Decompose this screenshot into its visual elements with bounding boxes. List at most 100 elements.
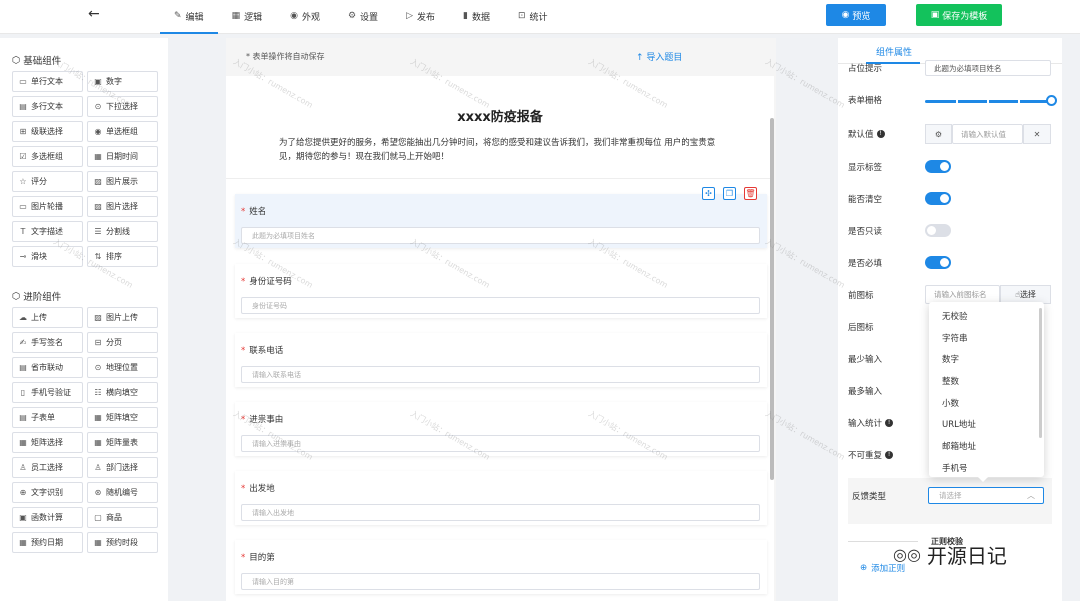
- tab-settings[interactable]: ⚙ 设置: [334, 0, 392, 32]
- tab-data[interactable]: ▮ 数据: [449, 0, 504, 32]
- component-datetime[interactable]: ▦ 日期时间: [87, 146, 158, 167]
- component-employee[interactable]: ♙ 员工选择: [12, 457, 83, 478]
- field-input[interactable]: 请输入目的第: [241, 573, 760, 590]
- component-image[interactable]: ▨ 图片展示: [87, 171, 158, 192]
- component-sort[interactable]: ⇅ 排序: [87, 246, 158, 267]
- component-label: 多选框组: [31, 152, 63, 161]
- component-label: 文字描述: [31, 227, 63, 236]
- field-input[interactable]: 请输入出发地: [241, 504, 760, 521]
- feedback-type-select[interactable]: 请选择 ︿: [928, 487, 1044, 504]
- matrix-select-icon: ▦: [19, 438, 27, 447]
- component-pagination[interactable]: ⊟ 分页: [87, 332, 158, 353]
- component-province[interactable]: ▤ 省市联动: [12, 357, 83, 378]
- field-input[interactable]: 请输入联系电话: [241, 366, 760, 383]
- component-signature[interactable]: ✍ 手写签名: [12, 332, 83, 353]
- tab-appearance[interactable]: ◉ 外观: [276, 0, 334, 32]
- component-matrix-fill[interactable]: ▦ 矩阵填空: [87, 407, 158, 428]
- component-location[interactable]: ⊙ 地理位置: [87, 357, 158, 378]
- form-field-name[interactable]: ✣ ❐ 🗑 * 姓名 此题为必填项目姓名: [235, 187, 767, 248]
- dropdown-option[interactable]: 手机号: [929, 457, 1044, 479]
- readonly-toggle[interactable]: [925, 224, 951, 237]
- import-questions-link[interactable]: ↑ 导入题目: [636, 50, 682, 63]
- required-toggle[interactable]: [925, 256, 951, 269]
- slider-handle[interactable]: [1046, 95, 1057, 106]
- component-department[interactable]: ♙ 部门选择: [87, 457, 158, 478]
- form-field-phone[interactable]: * 联系电话 请输入联系电话: [235, 333, 767, 387]
- copy-icon[interactable]: ❐: [723, 187, 736, 200]
- component-dropdown[interactable]: ⊙ 下拉选择: [87, 96, 158, 117]
- department-icon: ♙: [94, 463, 102, 472]
- divider: [226, 178, 774, 179]
- component-label: 省市联动: [31, 363, 63, 372]
- component-number[interactable]: ▣ 数字: [87, 71, 158, 92]
- tab-publish[interactable]: ▷ 发布: [392, 0, 449, 32]
- component-horizontal-fill[interactable]: ☷ 横向填空: [87, 382, 158, 403]
- component-matrix-scale[interactable]: ▦ 矩阵量表: [87, 432, 158, 453]
- dropdown-option[interactable]: 无校验: [929, 305, 1044, 327]
- dropdown-scrollbar[interactable]: [1039, 308, 1042, 438]
- component-goods[interactable]: ▢ 商品: [87, 507, 158, 528]
- component-slider[interactable]: ⊸ 滑块: [12, 246, 83, 267]
- clearable-label: 能否清空: [848, 195, 883, 205]
- delete-icon[interactable]: 🗑: [744, 187, 757, 200]
- carousel-icon: ▭: [19, 202, 27, 211]
- form-field-reason[interactable]: * 进祟事由 请输入进祟事由: [235, 402, 767, 456]
- clearable-toggle[interactable]: [925, 192, 951, 205]
- component-subform[interactable]: ▤ 子表单: [12, 407, 83, 428]
- show-label-toggle[interactable]: [925, 160, 951, 173]
- dropdown-option[interactable]: 整数: [929, 370, 1044, 392]
- clear-icon[interactable]: ✕: [1023, 124, 1051, 144]
- form-field-destination[interactable]: * 目的第 请输入目的第: [235, 540, 767, 594]
- component-image-select[interactable]: ▨ 图片选择: [87, 196, 158, 217]
- component-upload[interactable]: ☁ 上传: [12, 307, 83, 328]
- component-text[interactable]: T 文字描述: [12, 221, 83, 242]
- radio-icon: ◉: [94, 127, 102, 136]
- component-matrix-select[interactable]: ▦ 矩阵选择: [12, 432, 83, 453]
- preview-button[interactable]: ◉ 预览: [826, 4, 886, 26]
- field-input[interactable]: 身份证号码: [241, 297, 760, 314]
- component-carousel[interactable]: ▭ 图片轮播: [12, 196, 83, 217]
- component-cascade[interactable]: ⊞ 级联选择: [12, 121, 83, 142]
- dropdown-option[interactable]: 数字: [929, 348, 1044, 370]
- move-icon[interactable]: ✣: [702, 187, 715, 200]
- component-booking-date[interactable]: ▦ 预约日期: [12, 532, 83, 553]
- tab-edit[interactable]: ✎ 编辑: [160, 0, 218, 34]
- form-field-id-number[interactable]: * 身份证号码 身份证号码: [235, 264, 767, 318]
- placeholder-input[interactable]: 此题为必填项目姓名: [925, 60, 1051, 76]
- component-textarea[interactable]: ▤ 多行文本: [12, 96, 83, 117]
- dropdown-option[interactable]: 邮箱地址: [929, 435, 1044, 457]
- basic-components-grid: ▭ 单行文本 ▣ 数字 ▤ 多行文本 ⊙ 下拉选择 ⊞ 级联选择 ◉ 单选框组 ☑ 多选框组 ▦ 日期时间 ☆ 评…: [12, 71, 158, 267]
- component-textbox[interactable]: ▭ 单行文本: [12, 71, 83, 92]
- field-input[interactable]: 此题为必填项目姓名: [241, 227, 760, 244]
- component-function[interactable]: ▣ 函数计算: [12, 507, 83, 528]
- component-image-upload[interactable]: ▨ 图片上传: [87, 307, 158, 328]
- component-label: 矩阵填空: [106, 413, 138, 422]
- dropdown-option[interactable]: URL地址: [929, 413, 1044, 435]
- feedback-type-row: 反馈类型 请选择 ︿: [848, 478, 1052, 524]
- gear-icon[interactable]: ⚙: [925, 124, 952, 144]
- canvas-scrollbar[interactable]: [770, 118, 774, 480]
- location-icon: ⊙: [94, 363, 102, 372]
- save-template-button[interactable]: ▣ 保存为模板: [916, 4, 1002, 26]
- component-booking-time[interactable]: ▦ 预约时段: [87, 532, 158, 553]
- component-phone[interactable]: ▯ 手机号验证: [12, 382, 83, 403]
- component-label: 预约时段: [106, 538, 138, 547]
- component-label: 预约日期: [31, 538, 63, 547]
- component-star[interactable]: ☆ 评分: [12, 171, 83, 192]
- form-field-origin[interactable]: * 出发地 请输入出发地: [235, 471, 767, 525]
- back-arrow-icon[interactable]: ←: [88, 6, 100, 22]
- component-radio[interactable]: ◉ 单选框组: [87, 121, 158, 142]
- dropdown-option[interactable]: 小数: [929, 392, 1044, 414]
- tab-logic[interactable]: ▦ 逻辑: [218, 0, 277, 32]
- text-icon: T: [20, 227, 26, 236]
- autosave-note: * 表单操作将自动保存: [246, 52, 325, 61]
- tab-stats[interactable]: ⊡ 统计: [504, 0, 562, 32]
- field-input[interactable]: 请输入进祟事由: [241, 435, 760, 452]
- default-value-input[interactable]: 请输入默认值: [952, 124, 1023, 144]
- dropdown-option[interactable]: 字符串: [929, 327, 1044, 349]
- component-divider[interactable]: ☰ 分割线: [87, 221, 158, 242]
- component-ocr[interactable]: ⊕ 文字识别: [12, 482, 83, 503]
- component-label: 手写签名: [31, 338, 63, 347]
- component-checkbox[interactable]: ☑ 多选框组: [12, 146, 83, 167]
- component-random-number[interactable]: ⊛ 随机编号: [87, 482, 158, 503]
